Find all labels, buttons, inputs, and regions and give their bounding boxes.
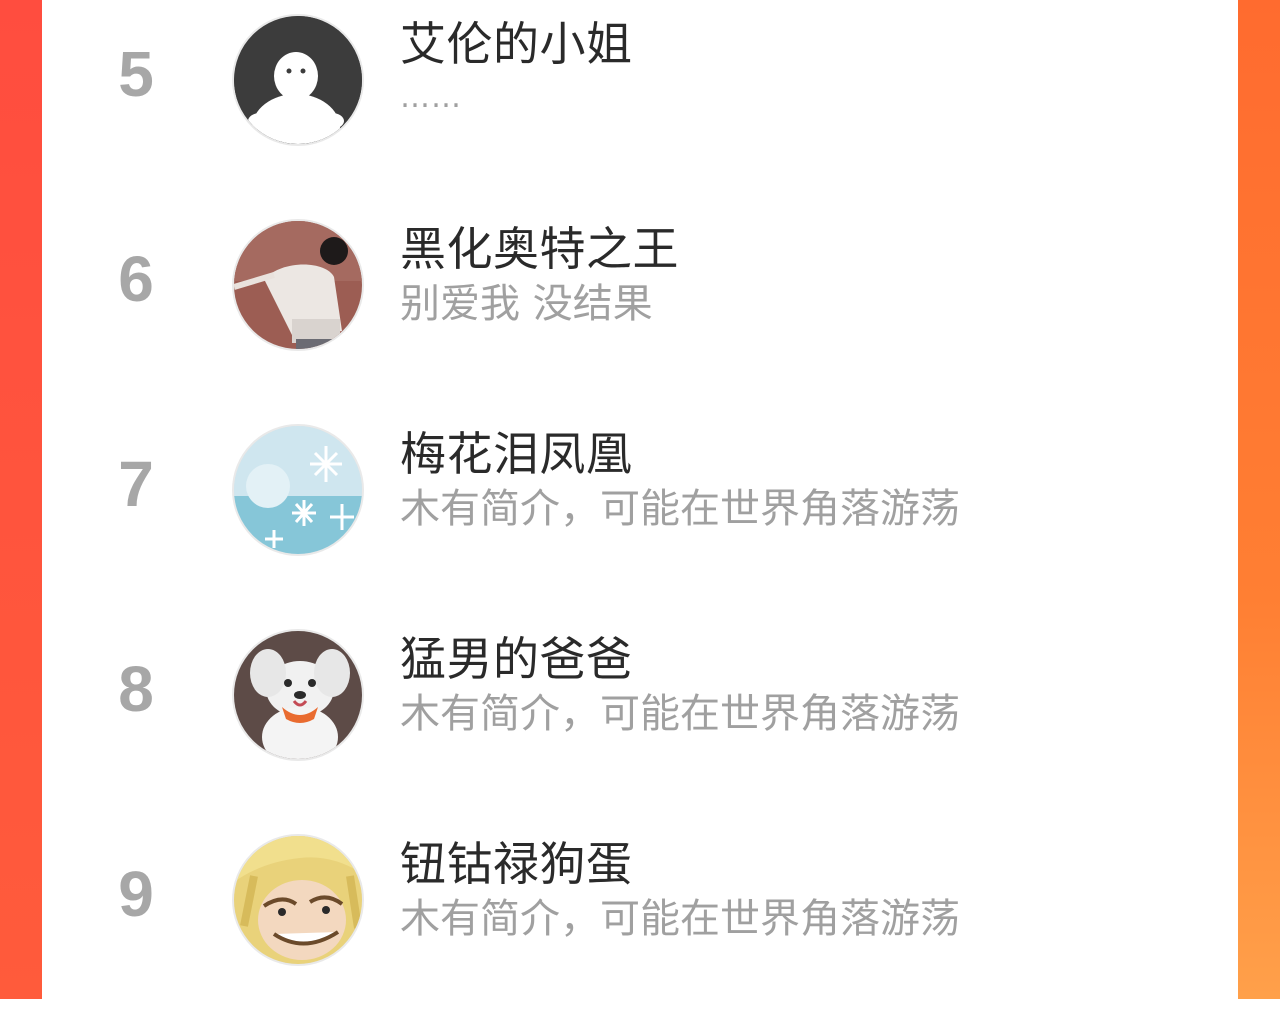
list-item[interactable]: 9 钮钴禄狗蛋 木有简介，可能在世界角落游荡 [42,820,1238,1025]
user-name[interactable]: 黑化奥特之王 [400,225,679,274]
list-item[interactable]: 7 梅花泪凤凰 木有简介，可能在世界角落游荡 [42,410,1238,615]
user-name[interactable]: 猛男的爸爸 [400,635,633,684]
list-item[interactable]: 8 猛男的爸爸 木有简介，可能在世界角落游荡 [42,615,1238,820]
user-name[interactable]: 梅花泪凤凰 [400,430,633,479]
user-intro: 木有简介，可能在世界角落游荡 [400,896,960,942]
rank-number: 7 [118,448,154,520]
list-item[interactable]: 5 艾伦的小姐 …… [42,0,1238,205]
avatar[interactable] [232,219,364,351]
avatar[interactable] [232,424,364,556]
user-intro: 木有简介，可能在世界角落游荡 [400,691,960,737]
default-user-avatar-icon [234,16,362,144]
photo-avatar-snowflake-cake-icon [234,426,362,554]
ranking-panel: 5 艾伦的小姐 …… 6 黑化奥特之王 别爱我 没结果 7 梅花泪凤凰 木有简介… [42,0,1238,999]
rank-number: 8 [118,653,154,725]
right-background-edge [1238,0,1280,999]
avatar[interactable] [232,14,364,146]
user-intro: 木有简介，可能在世界角落游荡 [400,486,960,532]
user-name[interactable]: 钮钴禄狗蛋 [400,840,633,889]
avatar[interactable] [232,834,364,966]
user-intro: 别爱我 没结果 [400,281,653,327]
photo-avatar-child-icon [234,221,362,349]
rank-number: 9 [118,858,154,930]
user-intro: …… [400,80,462,115]
list-item[interactable]: 6 黑化奥特之王 别爱我 没结果 [42,205,1238,410]
avatar[interactable] [232,629,364,761]
rank-number: 5 [118,38,154,110]
photo-avatar-dog-icon [234,631,362,759]
left-background-edge [0,0,42,999]
user-name[interactable]: 艾伦的小姐 [400,20,633,69]
photo-avatar-anime-face-icon [234,836,362,964]
rank-number: 6 [118,243,154,315]
